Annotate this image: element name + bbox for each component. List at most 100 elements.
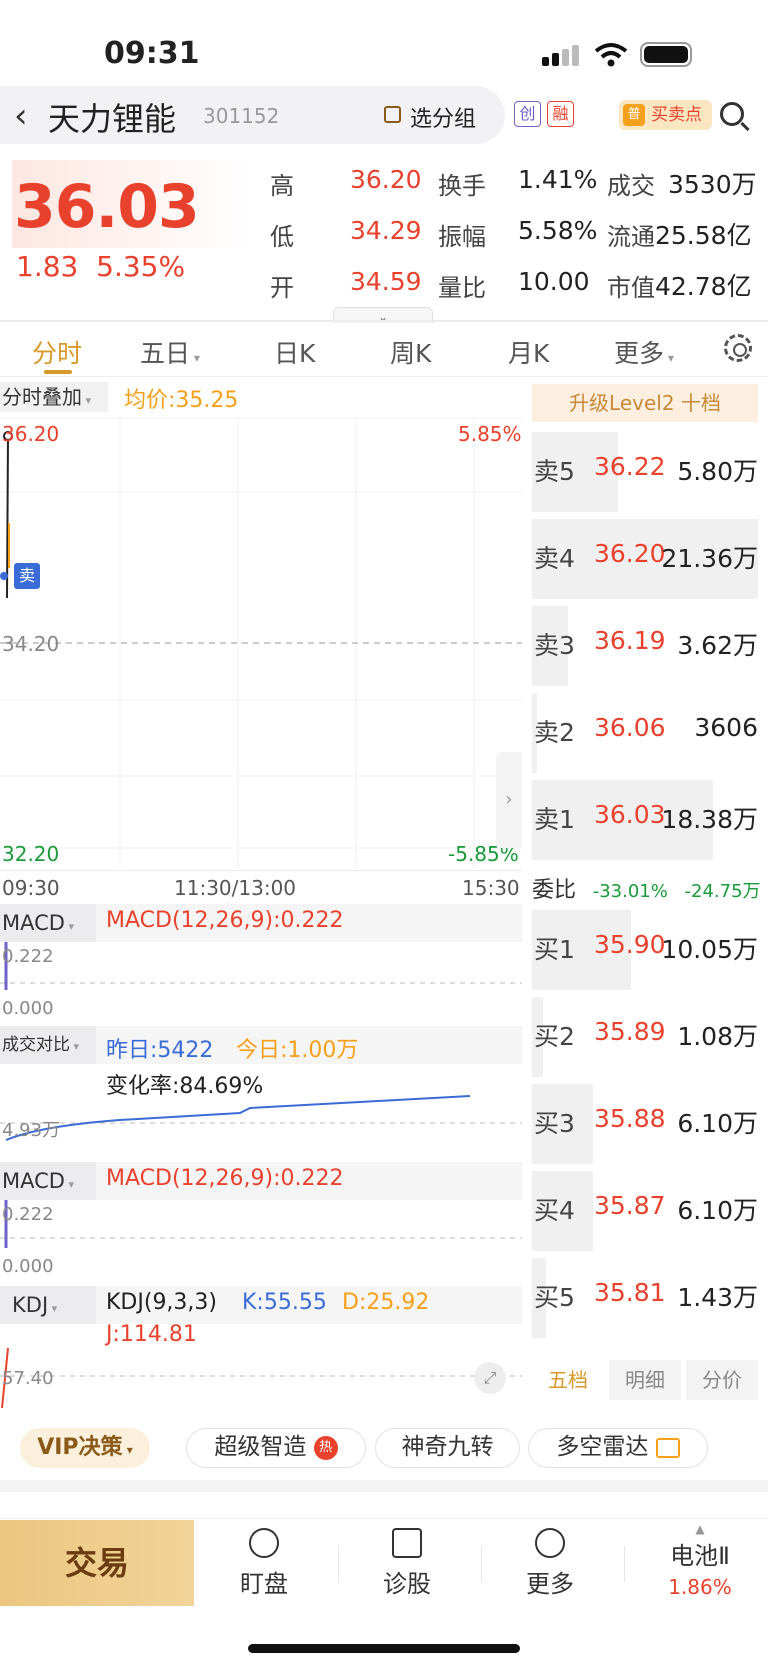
bid-row-3: 买3 35.88 6.10万 [532,1080,758,1164]
overlay-label: 分时叠加 [2,385,82,409]
caret-down-icon: ▾ [122,1443,133,1457]
caret-down-icon: ▾ [664,351,674,365]
y-axis-top: 36.20 [2,422,60,446]
kdj-selector[interactable]: KDJ ▾ [0,1286,96,1324]
bid-price: 35.87 [594,1191,666,1220]
bid-label: 买5 [534,1283,575,1312]
ask-row-4: 卖4 36.20 21.36万 [532,515,758,599]
nav-watch-label: 盯盘 [240,1570,288,1598]
bid-volume: 6.10万 [677,1196,758,1225]
caret-down-icon: ▾ [82,394,92,407]
checkbox-icon [384,106,401,123]
buysell-badge: 普 [623,104,645,126]
ask-row-1: 卖1 36.03 18.38万 [532,776,758,860]
super-manufacture-chip[interactable]: 超级智造 热 [186,1428,366,1468]
stat-label-turnover-amount: 成交 [607,172,655,200]
stat-label-high: 高 [270,172,294,200]
stat-value-amplitude: 5.58% [518,216,598,245]
fullscreen-icon[interactable]: ⤢ [474,1362,506,1394]
ask-label: 卖1 [534,805,575,834]
kdj-name: KDJ(9,3,3) [106,1290,217,1315]
kdj-j: J:114.81 [106,1322,197,1347]
sell-marker[interactable]: 卖 [14,563,40,589]
price-change: 1.83 5.35% [16,250,185,283]
tab-price-distribution[interactable]: 分价 [686,1360,758,1400]
bid-label: 买2 [534,1022,575,1051]
macd-value-2: MACD(12,26,9):0.222 [106,1166,344,1191]
kdj-d: D:25.92 [342,1290,430,1315]
current-price: 36.03 [14,172,200,242]
macd-axis-top: 0.222 [2,946,54,967]
order-ratio-percent: -33.01% [592,881,668,902]
vip-decision-button[interactable]: VIP决策 ▾ [20,1428,150,1468]
nav-diagnose[interactable]: 诊股 [357,1528,457,1599]
divider [0,320,768,322]
select-group-button[interactable]: 选分组 [410,101,476,133]
tab-more-label: 更多 [614,339,665,368]
tab-trade-detail[interactable]: 明细 [609,1360,681,1400]
bid-label: 买3 [534,1109,575,1138]
overlay-selector[interactable]: 分时叠加 ▾ [0,382,108,412]
search-icon[interactable] [720,102,744,126]
section-separator [0,1480,768,1492]
volume-compare-selector-label: 成交对比 [2,1035,70,1055]
trade-button[interactable]: 交易 [0,1520,194,1606]
average-price: 均价:35.25 [124,388,239,413]
tab-daily-k[interactable]: 日K [274,334,315,370]
divider [0,376,768,377]
more-dots-icon [535,1528,565,1558]
sector-quote[interactable]: ▲ 电池Ⅱ 1.86% [644,1522,756,1599]
bid-volume: 1.08万 [677,1022,758,1051]
time-axis-end: 15:30 [462,876,520,900]
tab-five-day[interactable]: 五日 ▾ [140,334,200,370]
macd-selector-label-2: MACD [2,1169,65,1193]
macd-selector[interactable]: MACD ▾ [0,904,96,942]
magic-nine-chip[interactable]: 神奇九转 [375,1428,520,1468]
volume-yesterday: 昨日:5422 [106,1038,214,1063]
bid-label: 买1 [534,935,575,964]
pct-axis-top: 5.85% [458,422,522,446]
chevron-right-icon: › [505,789,513,810]
cellular-signal-icon [542,44,582,66]
level2-upgrade-banner[interactable]: 升级Level2 十档 [532,384,758,422]
bid-row-2: 买2 35.89 1.08万 [532,993,758,1077]
volume-change-rate: 变化率:84.69% [106,1074,264,1099]
tab-weekly-k[interactable]: 周K [390,334,431,370]
nav-more[interactable]: 更多 [500,1528,600,1599]
sector-name: 电池Ⅱ [670,1542,730,1570]
tab-intraday[interactable]: 分时 [32,334,82,370]
tab-five-levels[interactable]: 五档 [532,1360,604,1400]
bid-label: 买4 [534,1196,575,1225]
gear-icon[interactable] [724,334,752,362]
ask-price: 36.20 [594,539,666,568]
back-icon[interactable]: ‹ [14,96,28,136]
nav-watch[interactable]: 盯盘 [214,1528,314,1599]
hot-badge: 热 [313,1435,338,1460]
stat-label-market-cap: 市值 [607,274,655,302]
stat-value-turnover-amount: 3530万 [668,170,757,199]
collapse-panel-handle[interactable]: › [496,752,522,848]
stat-label-turnover: 换手 [438,172,486,200]
ask-volume: 21.36万 [661,544,758,573]
bid-row-4: 买4 35.87 6.10万 [532,1167,758,1251]
ask-label: 卖4 [534,544,575,573]
stat-value-float-cap: 25.58亿 [655,221,752,250]
chip-label: 多空雷达 [556,1434,649,1460]
macd-selector-2[interactable]: MACD ▾ [0,1162,96,1200]
caret-down-icon: ▾ [70,1040,80,1053]
bull-bear-radar-chip[interactable]: 多空雷达 [528,1428,708,1468]
volume-compare-selector[interactable]: 成交对比 ▾ [0,1026,96,1064]
buy-sell-points-button[interactable]: 普 买卖点 [619,100,712,130]
macd-value: MACD(12,26,9):0.222 [106,908,344,933]
sector-change: 1.86% [668,1575,732,1599]
stock-code: 301152 [203,104,280,128]
macd-axis-top-2: 0.222 [2,1204,54,1225]
kdj-selector-label: KDJ [12,1293,49,1317]
nav-more-label: 更多 [526,1570,574,1598]
ask-label: 卖5 [534,457,575,486]
battery-icon [640,42,692,67]
kdj-axis: 57.40 [2,1368,54,1389]
order-ratio: 委比 -33.01% -24.75万 [532,872,761,904]
tab-more[interactable]: 更多 ▾ [614,334,674,370]
tab-monthly-k[interactable]: 月K [508,334,549,370]
